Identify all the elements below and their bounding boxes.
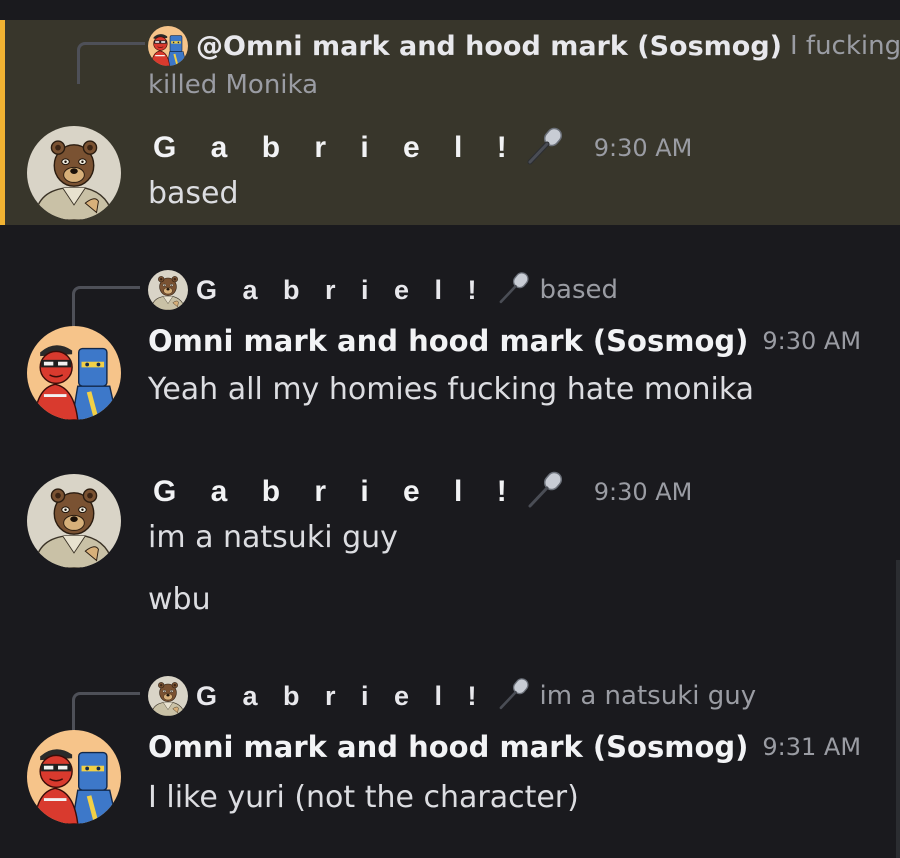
reply-connector [72, 286, 140, 328]
omni-avatar[interactable] [27, 730, 121, 824]
username[interactable]: G a b r i e l ! [153, 475, 520, 509]
reply-text-continued[interactable]: killed Monika [148, 70, 318, 100]
reply-author[interactable]: @Omni mark and hood mark (Sosmog) [196, 31, 782, 62]
username[interactable]: Omni mark and hood mark (Sosmog) [148, 324, 748, 358]
reply-author[interactable]: G a b r i e l ! [196, 681, 486, 712]
microphone-icon [522, 124, 566, 172]
message[interactable]: G a b r i e l ! 9:30 AM im a natsuki guy… [0, 462, 900, 632]
timestamp[interactable]: 9:31 AM [762, 733, 861, 761]
timestamp[interactable]: 9:30 AM [762, 327, 861, 355]
message-highlighted[interactable]: @Omni mark and hood mark (Sosmog) I fuck… [0, 20, 900, 225]
reply-text[interactable]: im a natsuki guy [540, 681, 757, 711]
reply-text[interactable]: based [540, 275, 618, 305]
message[interactable]: G a b r i e l ! based Omni mark and hood… [0, 262, 900, 412]
microphone-icon [522, 468, 566, 516]
omni-avatar[interactable] [27, 326, 121, 420]
timestamp[interactable]: 9:30 AM [594, 134, 693, 162]
reply-text[interactable]: I fucking [790, 31, 900, 61]
username[interactable]: G a b r i e l ! [153, 131, 520, 165]
timestamp[interactable]: 9:30 AM [594, 478, 693, 506]
reply-connector [72, 692, 140, 734]
omni-avatar[interactable] [148, 26, 188, 66]
reply-author[interactable]: G a b r i e l ! [196, 275, 486, 306]
message-text: wbu [148, 582, 211, 617]
message-header: G a b r i e l ! 9:30 AM [153, 124, 692, 172]
scrollbar[interactable] [896, 560, 900, 858]
message-header: Omni mark and hood mark (Sosmog) 9:30 AM [148, 324, 861, 358]
gabriel-avatar[interactable] [27, 474, 121, 568]
gabriel-avatar[interactable] [148, 676, 188, 716]
microphone-icon [494, 675, 532, 717]
microphone-icon [494, 269, 532, 311]
reply-preview[interactable]: G a b r i e l ! im a natsuki guy [148, 676, 756, 716]
message-text: im a natsuki guy [148, 520, 398, 555]
message-header: G a b r i e l ! 9:30 AM [153, 468, 692, 516]
message-text: I like yuri (not the character) [148, 780, 579, 815]
message-text: based [148, 176, 239, 211]
message[interactable]: G a b r i e l ! im a natsuki guy Omni ma… [0, 668, 900, 828]
reply-preview[interactable]: G a b r i e l ! based [148, 270, 618, 310]
message-header: Omni mark and hood mark (Sosmog) 9:31 AM [148, 730, 861, 764]
message-text: Yeah all my homies fucking hate monika [148, 372, 755, 407]
username[interactable]: Omni mark and hood mark (Sosmog) [148, 730, 748, 764]
reply-connector [77, 42, 145, 84]
gabriel-avatar[interactable] [148, 270, 188, 310]
gabriel-avatar[interactable] [27, 126, 121, 220]
reply-preview[interactable]: @Omni mark and hood mark (Sosmog) I fuck… [148, 26, 900, 66]
